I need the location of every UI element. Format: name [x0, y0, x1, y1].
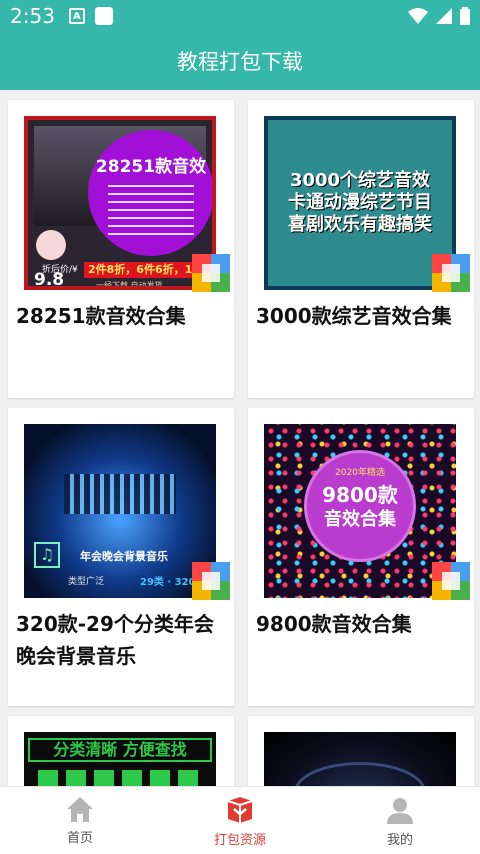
archive-icon — [432, 254, 470, 292]
mascot-icon — [36, 230, 66, 260]
promo-circle: 2020年精选 9800款 音效合集 — [304, 450, 416, 562]
profile-icon — [387, 798, 413, 824]
resource-card[interactable]: 28251款音效 折后价/¥ 9.8 2件8折，6件6折，10件 一经下载 自动… — [8, 100, 234, 398]
thumb-year: 2020年精选 — [335, 468, 385, 478]
resource-card[interactable]: 3000个综艺音效 卡通动漫综艺节目 喜剧欢乐有趣搞笑 3000款综艺音效合集 — [248, 100, 474, 398]
archive-icon — [432, 562, 470, 600]
promo-banner-sub: 一经下载 自动发货 — [96, 281, 163, 290]
promo-circle: 28251款音效 — [88, 130, 212, 256]
card-title: 9800款音效合集 — [256, 612, 412, 636]
status-bar: 2:53 A — [0, 0, 480, 32]
thumb-line-1: 9800款 — [322, 483, 398, 507]
app-bar: 教程打包下载 — [0, 32, 480, 90]
resource-card[interactable] — [248, 716, 474, 796]
resource-card[interactable]: 2020年精选 9800款 音效合集 9800款音效合集 — [248, 408, 474, 706]
card-thumbnail: 2020年精选 9800款 音效合集 — [264, 424, 456, 598]
archive-icon — [192, 562, 230, 600]
home-icon — [67, 797, 93, 822]
nav-home-label: 首页 — [66, 831, 93, 846]
nav-package-label: 打包资源 — [213, 833, 266, 848]
battery-icon — [460, 7, 470, 25]
a-notification-icon: A — [68, 8, 85, 24]
status-time: 2:53 — [10, 4, 55, 28]
page-title: 教程打包下载 — [177, 50, 303, 74]
stage-lights — [64, 474, 176, 514]
music-note-icon: ♫ — [34, 542, 60, 568]
thumb-count: 29类 · 320 — [140, 577, 196, 588]
promo-list-lines — [108, 185, 194, 237]
card-title: 320款-29个分类年会晚会背景音乐 — [16, 612, 214, 668]
thumb-line-3: 喜剧欢乐有趣搞笑 — [288, 214, 432, 235]
resource-card[interactable]: 分类清晰 方便查找 — [8, 716, 234, 796]
resource-card[interactable]: ♫ 年会晚会背景音乐 类型广泛 29类 · 320 320款-29个分类年会晚会… — [8, 408, 234, 706]
thumb-subcaption: 类型广泛 — [68, 577, 105, 587]
package-icon — [227, 797, 253, 823]
thumb-line-1: 3000个综艺音效 — [289, 170, 431, 191]
thumb-text-block: 3000个综艺音效 卡通动漫综艺节目 喜剧欢乐有趣搞笑 — [264, 170, 456, 236]
thumb-line-2: 卡通动漫综艺节目 — [288, 192, 432, 213]
promo-circle-text: 28251款音效 — [95, 157, 207, 177]
card-thumbnail: ♫ 年会晚会背景音乐 类型广泛 29类 · 320 — [24, 424, 216, 598]
cell-signal-icon — [436, 8, 452, 24]
nav-profile[interactable]: 我的 — [320, 787, 480, 854]
nav-profile-label: 我的 — [386, 833, 413, 848]
wifi-icon — [408, 8, 428, 24]
thumb-text: 分类清晰 方便查找 — [28, 738, 212, 762]
nav-package[interactable]: 打包资源 — [160, 787, 320, 854]
thumb-line-2: 音效合集 — [324, 509, 396, 530]
notification-square-icon — [94, 7, 113, 25]
card-title: 28251款音效合集 — [16, 304, 186, 328]
card-title: 3000款综艺音效合集 — [256, 304, 452, 328]
price-value: 9.8 — [34, 270, 65, 290]
bottom-nav: 首页 打包资源 我的 — [0, 786, 480, 854]
archive-icon — [192, 254, 230, 292]
thumb-caption: 年会晚会背景音乐 — [80, 550, 168, 563]
nav-home[interactable]: 首页 — [0, 787, 160, 854]
card-thumbnail: 3000个综艺音效 卡通动漫综艺节目 喜剧欢乐有趣搞笑 — [264, 116, 456, 290]
card-thumbnail: 28251款音效 折后价/¥ 9.8 2件8折，6件6折，10件 一经下载 自动… — [24, 116, 216, 290]
